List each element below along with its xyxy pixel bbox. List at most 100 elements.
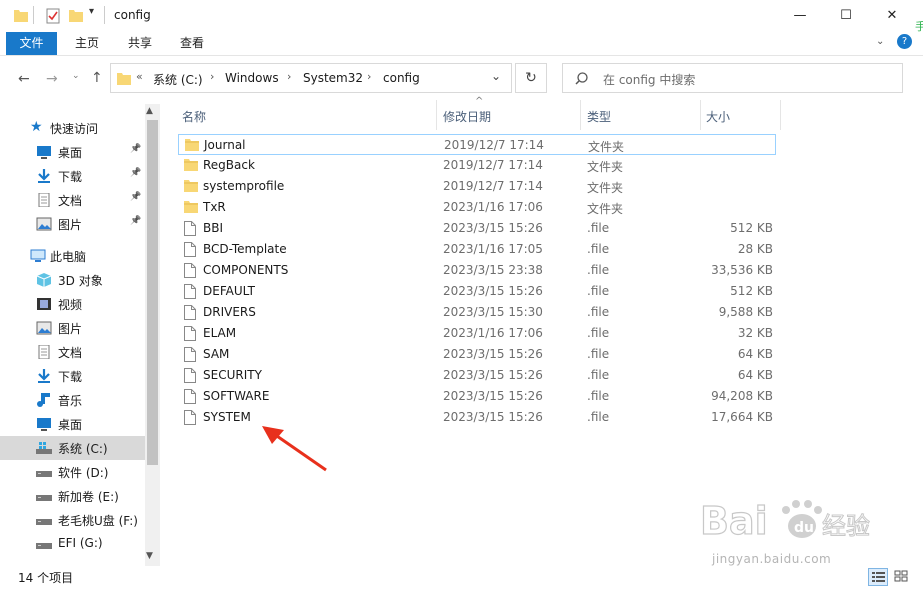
table-row[interactable]: Journal 2019/12/7 17:14 文件夹 <box>178 134 776 155</box>
up-icon[interactable]: ↑ <box>91 70 103 86</box>
column-header-name[interactable]: 名称 <box>182 108 206 125</box>
table-row[interactable]: COMPONENTS 2023/3/15 23:38 .file 33,536 KB <box>178 260 776 281</box>
pin-icon[interactable]: 📌 <box>130 144 141 154</box>
picture-icon <box>36 321 52 335</box>
table-row[interactable]: DEFAULT 2023/3/15 15:26 .file 512 KB <box>178 281 776 302</box>
sidebar-item-pc-0[interactable]: 3D 对象 <box>0 268 145 292</box>
sidebar-item-pc-1[interactable]: 视频 <box>0 292 145 316</box>
sidebar-item-quick-1[interactable]: 下载 📌 <box>0 164 145 188</box>
back-icon[interactable]: ← <box>18 71 30 87</box>
tab-view[interactable]: 查看 <box>168 32 216 55</box>
tab-file[interactable]: 文件 <box>6 32 57 55</box>
large-icons-view-icon <box>894 570 908 582</box>
file-icon <box>184 263 196 281</box>
chevron-right-icon[interactable]: › <box>367 70 371 83</box>
file-date: 2023/3/15 15:30 <box>443 305 543 319</box>
folder-icon[interactable] <box>14 8 28 22</box>
sidebar-item-label: 图片 <box>58 218 83 232</box>
file-name: systemprofile <box>203 179 285 193</box>
table-row[interactable]: ELAM 2023/1/16 17:06 .file 32 KB <box>178 323 776 344</box>
column-header-size[interactable]: 大小 <box>706 108 730 125</box>
file-type: .file <box>587 347 610 361</box>
table-row[interactable]: SOFTWARE 2023/3/15 15:26 .file 94,208 KB <box>178 386 776 407</box>
address-bar[interactable]: « 系统 (C:) › Windows › System32 › config … <box>110 63 512 93</box>
file-date: 2019/12/7 17:14 <box>443 158 543 172</box>
search-icon <box>575 72 588 85</box>
breadcrumb-windows[interactable]: Windows <box>225 71 279 85</box>
chevron-right-icon[interactable]: › <box>287 70 291 83</box>
maximize-button[interactable]: ☐ <box>823 0 869 30</box>
sidebar-item-quick-0[interactable]: 桌面 📌 <box>0 140 145 164</box>
refresh-icon: ↻ <box>525 70 537 86</box>
table-row[interactable]: DRIVERS 2023/3/15 15:30 .file 9,588 KB <box>178 302 776 323</box>
tab-home[interactable]: 主页 <box>63 32 111 55</box>
table-row[interactable]: BBI 2023/3/15 15:26 .file 512 KB <box>178 218 776 239</box>
chevron-right-icon[interactable]: › <box>210 70 214 83</box>
forward-icon[interactable]: → <box>46 71 58 87</box>
desktop-icon <box>36 145 52 159</box>
scroll-up-icon[interactable]: ▲ <box>146 106 153 116</box>
details-view-icon <box>872 572 885 582</box>
file-type: .file <box>587 221 610 235</box>
sidebar-item-pc-3[interactable]: 文档 <box>0 340 145 364</box>
sidebar-item-quick-access[interactable]: ★ 快速访问 <box>0 116 145 140</box>
quick-access-dropdown-icon[interactable]: ▾ <box>89 6 94 17</box>
table-row[interactable]: TxR 2023/1/16 17:06 文件夹 <box>178 197 776 218</box>
overflow-chevron[interactable]: « <box>136 70 143 83</box>
table-row[interactable]: SAM 2023/3/15 15:26 .file 64 KB <box>178 344 776 365</box>
sidebar-item-pc-2[interactable]: 图片 <box>0 316 145 340</box>
baidu-watermark-logo: Bai du 经验 <box>700 498 871 543</box>
properties-icon[interactable] <box>46 8 60 24</box>
sidebar-item-pc-4[interactable]: 下载 <box>0 364 145 388</box>
chevron-down-icon[interactable]: ⌄ <box>491 69 501 83</box>
expand-ribbon-icon[interactable]: ⌄ <box>876 36 884 47</box>
details-view-button[interactable] <box>868 568 888 586</box>
table-row[interactable]: systemprofile 2019/12/7 17:14 文件夹 <box>178 176 776 197</box>
scroll-down-icon[interactable]: ▼ <box>146 551 153 561</box>
file-name: SYSTEM <box>203 410 251 424</box>
file-icon <box>184 326 196 344</box>
column-header-date[interactable]: 修改日期 <box>443 108 491 125</box>
pin-icon[interactable]: 📌 <box>130 168 141 178</box>
sidebar-item-pc-8[interactable]: 软件 (D:) <box>0 460 145 484</box>
sidebar-scroll-thumb[interactable] <box>147 120 158 465</box>
table-row[interactable]: SECURITY 2023/3/15 15:26 .file 64 KB <box>178 365 776 386</box>
file-name: COMPONENTS <box>203 263 289 277</box>
help-icon[interactable]: ? <box>897 34 912 49</box>
breadcrumb-system-c[interactable]: 系统 (C:) <box>153 71 203 88</box>
refresh-button[interactable]: ↻ <box>515 63 547 93</box>
minimize-button[interactable]: — <box>777 0 823 30</box>
sidebar-item-pc-5[interactable]: 音乐 <box>0 388 145 412</box>
file-size: 28 KB <box>737 242 773 256</box>
search-input[interactable]: 在 config 中搜索 <box>562 63 903 93</box>
svg-text:du: du <box>794 520 814 536</box>
sidebar-item-pc-10[interactable]: 老毛桃U盘 (F:) <box>0 508 145 532</box>
sidebar-item-pc-9[interactable]: 新加卷 (E:) <box>0 484 145 508</box>
sidebar-item-pc-7[interactable]: 系统 (C:) <box>0 436 145 460</box>
file-name: DEFAULT <box>203 284 255 298</box>
pin-icon[interactable]: 📌 <box>130 216 141 226</box>
breadcrumb-config[interactable]: config <box>383 71 420 85</box>
file-name: SOFTWARE <box>203 389 270 403</box>
sidebar-item-pc-11[interactable]: EFI (G:) <box>0 532 145 556</box>
large-icons-view-button[interactable] <box>892 568 912 586</box>
new-folder-icon[interactable] <box>69 8 83 22</box>
tab-share[interactable]: 共享 <box>116 32 164 55</box>
download-icon <box>36 169 52 183</box>
sidebar-item-label: 新加卷 (E:) <box>58 490 119 504</box>
sidebar-item-pc-6[interactable]: 桌面 <box>0 412 145 436</box>
search-placeholder: 在 config 中搜索 <box>603 73 696 87</box>
file-name: ELAM <box>203 326 237 340</box>
table-row[interactable]: RegBack 2019/12/7 17:14 文件夹 <box>178 155 776 176</box>
breadcrumb-system32[interactable]: System32 <box>303 71 363 85</box>
recent-locations-icon[interactable]: ⌄ <box>72 71 80 81</box>
column-header-type[interactable]: 类型 <box>587 108 611 125</box>
close-button[interactable]: ✕ <box>869 0 915 30</box>
drive-icon <box>36 489 52 503</box>
sidebar-item-this-pc[interactable]: 此电脑 <box>0 244 145 268</box>
sidebar-item-quick-2[interactable]: 文档 📌 <box>0 188 145 212</box>
pin-icon[interactable]: 📌 <box>130 192 141 202</box>
file-type: .file <box>587 326 610 340</box>
sidebar-item-quick-3[interactable]: 图片 📌 <box>0 212 145 236</box>
table-row[interactable]: BCD-Template 2023/1/16 17:05 .file 28 KB <box>178 239 776 260</box>
